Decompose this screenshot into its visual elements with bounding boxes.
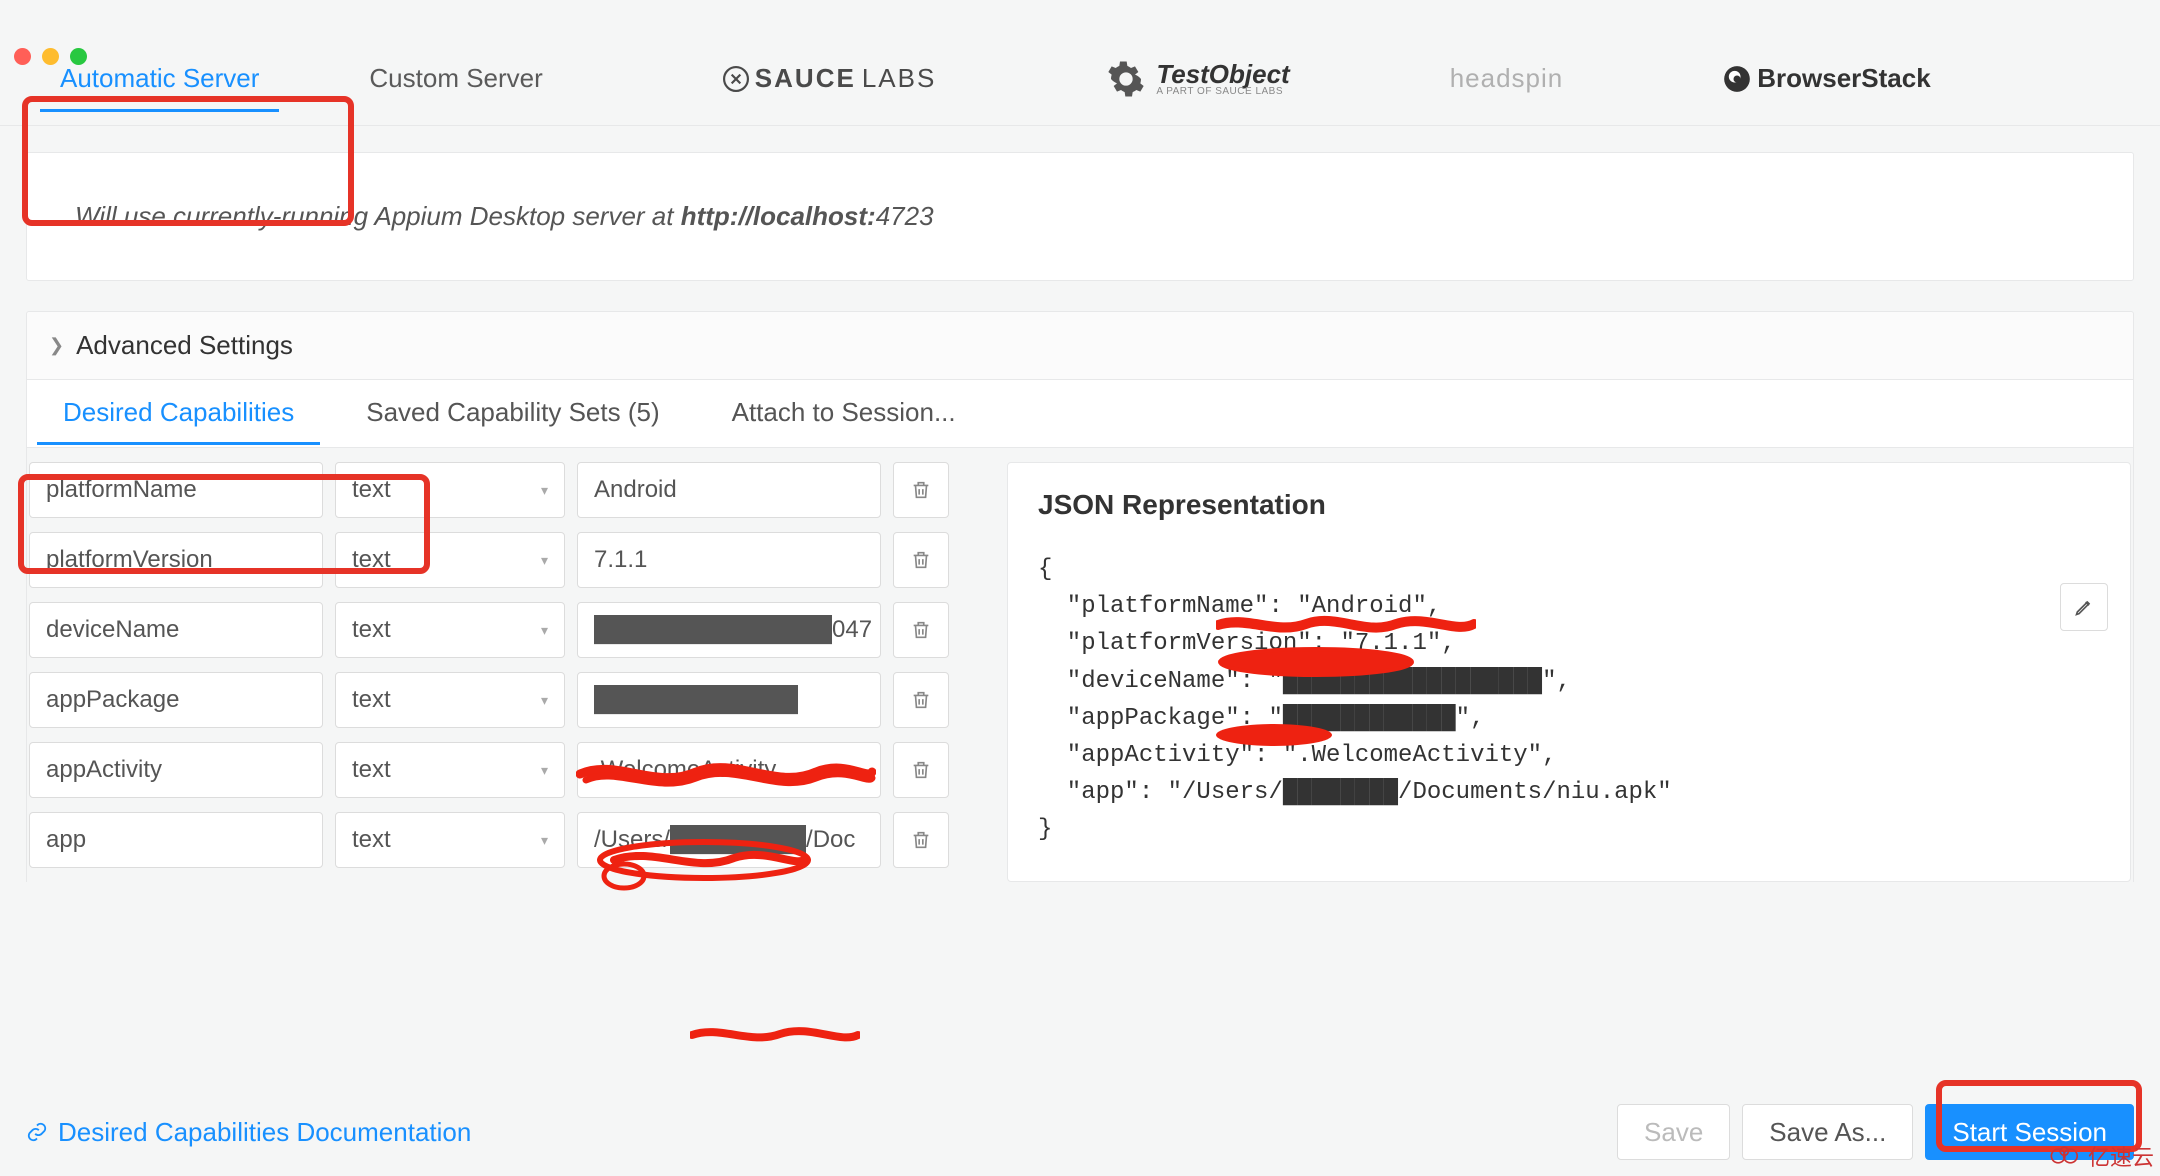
capability-name-input[interactable]: appActivity (29, 742, 323, 798)
server-tabs: Automatic Server Custom Server SAUCELABS… (0, 36, 2160, 126)
capability-row: appActivitytext▾.WelcomeActivity (29, 742, 987, 798)
redaction-scribble (690, 1020, 860, 1050)
chevron-down-icon: ▾ (541, 552, 548, 569)
capability-type-select[interactable]: text▾ (335, 812, 565, 868)
json-representation-panel: JSON Representation { "platformName": "A… (1007, 462, 2131, 882)
trash-icon (910, 619, 932, 641)
capability-name-input[interactable]: deviceName (29, 602, 323, 658)
info-prefix: Will use currently-running Appium Deskto… (75, 201, 681, 231)
capability-name-input[interactable]: platformVersion (29, 532, 323, 588)
capability-value-input[interactable]: ████████████ (577, 672, 881, 728)
chevron-down-icon: ▾ (541, 622, 548, 639)
delete-capability-button[interactable] (893, 672, 949, 728)
advanced-settings-label: Advanced Settings (76, 330, 293, 361)
doc-link[interactable]: Desired Capabilities Documentation (26, 1117, 471, 1148)
capability-value-input[interactable]: .WelcomeActivity (577, 742, 881, 798)
capability-type-select[interactable]: text▾ (335, 742, 565, 798)
delete-capability-button[interactable] (893, 602, 949, 658)
capability-name-input[interactable]: appPackage (29, 672, 323, 728)
capability-row: deviceNametext▾██████████████047 (29, 602, 987, 658)
tab-testobject[interactable]: TestObject A PART OF SAUCE LABS (1076, 47, 1319, 115)
delete-capability-button[interactable] (893, 742, 949, 798)
info-host: http://localhost: (681, 201, 876, 231)
tab-desired-capabilities[interactable]: Desired Capabilities (27, 383, 330, 444)
chevron-down-icon: ▾ (541, 832, 548, 849)
capability-type-select[interactable]: text▾ (335, 462, 565, 518)
saucelabs-icon (723, 66, 749, 92)
doc-link-label: Desired Capabilities Documentation (58, 1117, 471, 1148)
tab-label: Custom Server (369, 63, 542, 94)
advanced-settings-toggle[interactable]: ❯ Advanced Settings (26, 311, 2134, 380)
capability-value-input[interactable]: /Users/████████/Doc (577, 812, 881, 868)
saucelabs-logo: SAUCELABS (723, 63, 937, 94)
capability-tabs: Desired Capabilities Saved Capability Se… (26, 380, 2134, 448)
chevron-down-icon: ▾ (541, 692, 548, 709)
trash-icon (910, 829, 932, 851)
json-text: { "platformName": "Android", "platformVe… (1038, 551, 2100, 849)
watermark: 亿速云 (2050, 1140, 2154, 1172)
capability-type-select[interactable]: text▾ (335, 672, 565, 728)
delete-capability-button[interactable] (893, 812, 949, 868)
watermark-icon (2050, 1145, 2084, 1167)
close-window-icon[interactable] (14, 48, 31, 65)
save-button: Save (1617, 1104, 1730, 1160)
capability-row: platformNametext▾Android (29, 462, 987, 518)
trash-icon (910, 689, 932, 711)
testobject-gear-icon (1106, 59, 1146, 99)
server-info-bar: Will use currently-running Appium Deskto… (26, 152, 2134, 281)
trash-icon (910, 549, 932, 571)
tab-saucelabs[interactable]: SAUCELABS (693, 51, 967, 110)
capability-row: platformVersiontext▾7.1.1 (29, 532, 987, 588)
delete-capability-button[interactable] (893, 532, 949, 588)
capability-value-input[interactable]: 7.1.1 (577, 532, 881, 588)
capability-type-select[interactable]: text▾ (335, 602, 565, 658)
save-as-button[interactable]: Save As... (1742, 1104, 1913, 1160)
trash-icon (910, 759, 932, 781)
tab-attach-to-session[interactable]: Attach to Session... (696, 383, 992, 444)
tab-label: Automatic Server (60, 63, 259, 94)
tab-headspin[interactable]: headspin (1420, 51, 1594, 110)
browserstack-icon (1723, 65, 1751, 93)
chevron-down-icon: ▾ (541, 482, 548, 499)
headspin-label: headspin (1450, 63, 1564, 94)
json-title: JSON Representation (1038, 489, 2100, 521)
capability-type-select[interactable]: text▾ (335, 532, 565, 588)
tab-automatic-server[interactable]: Automatic Server (30, 51, 289, 110)
capability-row: apptext▾/Users/████████/Doc (29, 812, 987, 868)
delete-capability-button[interactable] (893, 462, 949, 518)
tab-custom-server[interactable]: Custom Server (339, 51, 572, 110)
capability-name-input[interactable]: app (29, 812, 323, 868)
capability-value-input[interactable]: ██████████████047 (577, 602, 881, 658)
bottom-bar: Desired Capabilities Documentation Save … (26, 1104, 2134, 1160)
capability-row: appPackagetext▾████████████ (29, 672, 987, 728)
tab-browserstack[interactable]: BrowserStack (1693, 51, 1960, 110)
capabilities-editor: platformNametext▾AndroidplatformVersiont… (27, 462, 987, 882)
chevron-down-icon: ▾ (541, 762, 548, 779)
info-port: 4723 (876, 201, 934, 231)
tab-saved-capability-sets[interactable]: Saved Capability Sets (5) (330, 383, 695, 444)
browserstack-logo: BrowserStack (1723, 63, 1930, 94)
testobject-label: TestObject (1156, 61, 1289, 87)
capability-name-input[interactable]: platformName (29, 462, 323, 518)
capability-value-input[interactable]: Android (577, 462, 881, 518)
trash-icon (910, 479, 932, 501)
chevron-right-icon: ❯ (49, 335, 64, 356)
testobject-sublabel: A PART OF SAUCE LABS (1156, 87, 1289, 97)
